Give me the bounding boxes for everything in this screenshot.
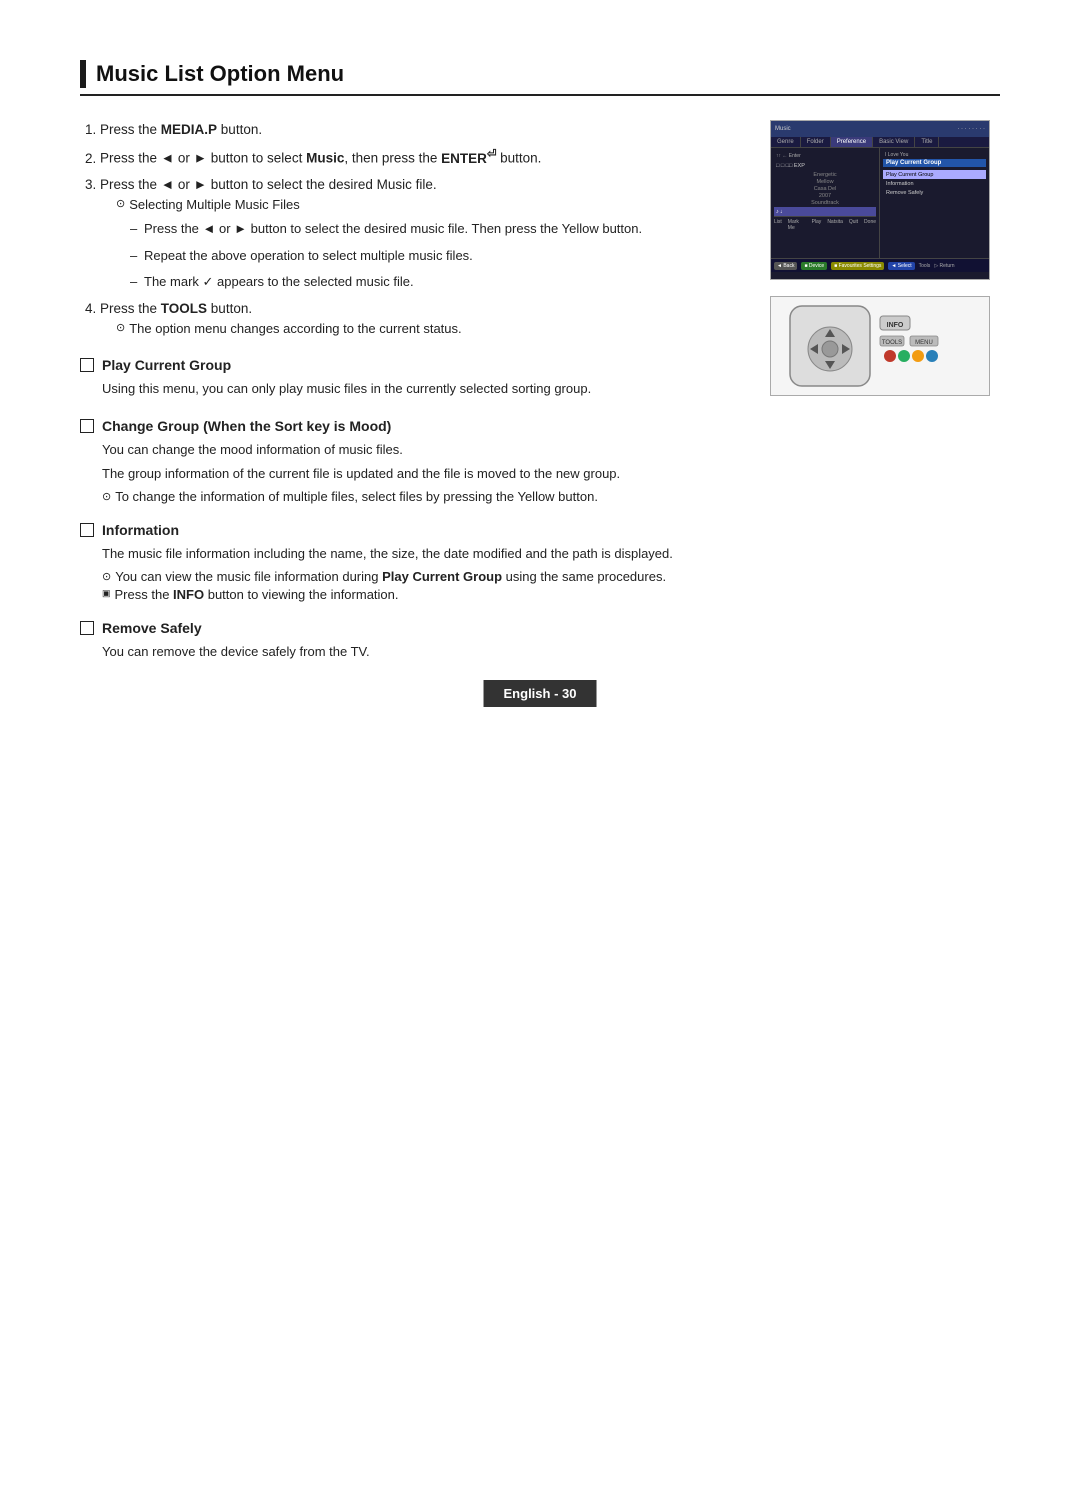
tv-btn-select: ◄ Select [888,262,914,270]
step-1: Press the MEDIA.P button. [100,120,750,140]
tv-menu-item-2: Information [883,179,986,188]
tv-body: ↑↑ ← Enter □ □ □□ EXP Energetic Mellow C… [771,148,989,258]
play-current-group-body: Using this menu, you can only play music… [102,379,750,400]
tv-return-label: ▷ Return [934,263,954,269]
tv-menu-item-3: Remove Safely [883,188,986,197]
tv-top-bar: Music · · · · · · · · [771,121,989,137]
tv-music-icon: ♪ ♩ [776,209,786,215]
change-group-note: ⊙ To change the information of multiple … [102,489,750,504]
step-4: Press the TOOLS button. ⊙ The option men… [100,299,750,339]
information-body: The music file information including the… [102,544,750,565]
remove-safely-heading: Remove Safely [80,620,750,636]
tv-tab-preference: Preference [831,137,873,147]
remote-svg: INFO TOOLS MENU [780,301,980,391]
tv-list-item-2: Energetic Mellow Casa Del 2007 Soundtrac… [774,170,876,207]
play-current-group-title: Play Current Group [102,357,231,373]
remove-safely-title: Remove Safely [102,620,202,636]
tv-list-item-1: □ □ □□ EXP [774,161,876,170]
tv-btn-fav: ■ Favourites Settings [831,262,884,270]
note-circle-icon: ⊙ [116,196,125,213]
change-group-body1: You can change the mood information of m… [102,440,750,461]
information-note2: ▣ Press the INFO button to viewing the i… [102,587,750,602]
tv-tab-genre: Genre [771,137,801,147]
note-circle-icon-3: ⊙ [102,490,111,503]
footer-bar: English - 30 [484,680,597,707]
note-circle-icon-4: ⊙ [102,570,111,583]
checkbox-icon-3 [80,523,94,537]
sub-bullet-3: The mark ✓ appears to the selected music… [130,272,750,293]
information-title: Information [102,522,179,538]
sub-bullet-2: Repeat the above operation to select mul… [130,246,750,267]
information-note1: ⊙ You can view the music file informatio… [102,569,750,584]
tv-tabs: Genre Folder Preference Basic View Title [771,137,989,148]
note-circle-icon-2: ⊙ [116,320,125,337]
sub-bullets-list: Press the ◄ or ► button to select the de… [130,219,750,293]
change-group-body2: The group information of the current fil… [102,464,750,485]
page-title: Music List Option Menu [96,61,344,87]
tv-file-list: ↑↑ ← Enter □ □ □□ EXP Energetic Mellow C… [771,148,880,258]
change-group-title: Change Group (When the Sort key is Mood) [102,418,391,434]
svg-text:INFO: INFO [887,322,904,329]
step-3: Press the ◄ or ► button to select the de… [100,175,750,293]
tv-menu-title: Play Current Group [883,159,986,167]
svg-text:MENU: MENU [915,340,933,346]
checkbox-icon-2 [80,419,94,433]
tv-app-name: Music [775,126,791,132]
tv-tab-folder: Folder [801,137,831,147]
tv-bottom-bar: ◄ Back ■ Device ■ Favourites Settings ◄ … [771,258,989,272]
change-group-heading: Change Group (When the Sort key is Mood) [80,418,750,434]
checkbox-icon-1 [80,358,94,372]
tv-btn-device: ■ Device [801,262,827,270]
tv-list-item-3: ♪ ♩ [774,207,876,216]
tv-note-icon-1: □ □ □□ EXP [776,163,805,169]
tv-tab-title: Title [915,137,939,147]
tv-btn-back: ◄ Back [774,262,797,270]
sub-bullet-1: Press the ◄ or ► button to select the de… [130,219,750,240]
text-content: Press the MEDIA.P button. Press the ◄ or… [80,120,750,667]
svg-text:TOOLS: TOOLS [882,340,902,346]
tv-dots: · · · · · · · · [957,126,985,132]
remote-image: INFO TOOLS MENU [770,296,990,396]
tv-screenshot: Music · · · · · · · · Genre Folder Prefe… [770,120,990,280]
section-title-bar: Music List Option Menu [80,60,1000,96]
title-accent [80,60,86,88]
checkbox-icon-4 [80,621,94,635]
tv-tab-basicview: Basic View [873,137,915,147]
screenshot-area: Music · · · · · · · · Genre Folder Prefe… [770,120,1000,667]
step-2: Press the ◄ or ► button to select Music,… [100,146,750,169]
note-selecting: ⊙ Selecting Multiple Music Files [116,195,750,215]
steps-list: Press the MEDIA.P button. Press the ◄ or… [100,120,750,339]
tv-context-menu: I Love You Play Current Group Play Curre… [880,148,989,258]
information-heading: Information [80,522,750,538]
note-square-icon: ▣ [102,588,111,599]
footer-text: English - 30 [504,686,577,701]
play-current-group-heading: Play Current Group [80,357,750,373]
tools-note: ⊙ The option menu changes according to t… [116,319,750,339]
tv-tools-label: Tools [919,263,931,269]
tv-menu-item-1: Play Current Group [883,170,986,179]
remove-safely-body: You can remove the device safely from th… [102,642,750,663]
